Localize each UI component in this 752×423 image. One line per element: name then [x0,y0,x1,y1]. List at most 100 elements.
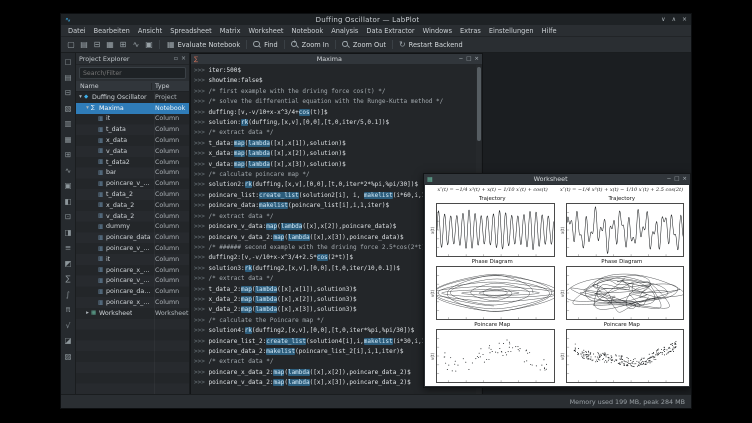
zoom-in-button[interactable]: + Zoom In [288,39,332,51]
restart-backend-button[interactable]: ↻ Restart Backend [396,39,466,51]
grid-icon[interactable]: ▨ [63,351,74,362]
dock-close-icon[interactable]: × [181,55,186,62]
subwindow-minimize-icon[interactable]: − [459,56,464,62]
dock-float-icon[interactable]: ▫ [174,55,178,62]
search-box[interactable] [79,67,186,79]
subwindow-restore-icon[interactable]: □ [674,176,679,182]
titlebar[interactable]: ∿ Duffing Oscillator — LabPlot ∨ ∧ × [61,14,691,25]
maximize-button[interactable]: ∧ [672,16,676,23]
new-note-icon[interactable]: ≡ [63,242,74,253]
menu-item-extras[interactable]: Extras [456,27,485,35]
plot-traj1[interactable]: Trajectory x(t) [430,196,555,257]
new-project-icon[interactable]: ▢ [63,56,74,67]
new-notebook-icon[interactable]: ▣ [63,180,74,191]
code-line[interactable]: >>> v_data:map(lambda([x],x[3]),solution… [194,160,474,170]
maxima-titlebar[interactable]: ∑ Maxima − □ × [191,54,482,64]
find-button[interactable]: Find [250,39,281,51]
integral-icon[interactable]: ∫ [63,289,74,300]
new-worksheet-icon[interactable]: ∿ [63,165,74,176]
code-line[interactable]: >>> iter:500$ [194,66,474,76]
tree-row-v-data-2[interactable]: ▥ v_data_2 Column [76,211,189,222]
tree-row-x-data-2[interactable]: ▥ x_data_2 Column [76,200,189,211]
minimize-button[interactable]: ∨ [661,16,665,23]
code-line[interactable]: >>> showtime:false$ [194,76,474,86]
new-matrix-icon[interactable]: ⊞ [63,149,74,160]
menu-item-datei[interactable]: Datei [64,27,90,35]
plot-poin1[interactable]: Poincare Map v(t) [430,322,555,383]
tree-row-it[interactable]: ▥ it Column [76,114,189,125]
code-line[interactable]: >>> duffing:[v,-v/10+x-x^3/4+cos(t)]$ [194,108,474,118]
tree-row-poincare-x-data-2[interactable]: ▥poincare_x_data_2Column [76,297,189,308]
histogram-icon[interactable]: ◪ [63,335,74,346]
subwindow-minimize-icon[interactable]: − [667,176,672,182]
expander-icon[interactable]: ▸ [85,310,90,316]
import-file-icon[interactable]: ⊡ [63,211,74,222]
menu-item-hilfe[interactable]: Hilfe [538,27,561,35]
tree-row-v-data[interactable]: ▥ v_data Column [76,146,189,157]
new-matrix-icon[interactable]: ⊞ [117,39,129,51]
expander-icon[interactable]: ▾ [78,94,83,100]
code-line[interactable]: >>> /* first example with the driving fo… [194,87,474,97]
code-line[interactable]: >>> /* extract data */ [194,128,474,138]
tree-row-x-data[interactable]: ▥ x_data Column [76,135,189,146]
plot-traj2[interactable]: Trajectory x(t) [560,196,684,257]
worksheet-titlebar[interactable]: ▦ Worksheet − □ × [424,174,690,184]
tree-row-duffing-oscillator[interactable]: ▾ ◆ Duffing Oscillator Project [76,92,189,103]
tree-row-worksheet[interactable]: ▸ ▦ Worksheet Worksheet [76,308,189,319]
menu-item-ansicht[interactable]: Ansicht [134,27,166,35]
evaluate-notebook-button[interactable]: ▦ Evaluate Notebook [164,39,243,51]
code-line[interactable]: >>> x_data:map(lambda([x],x[2]),solution… [194,149,474,159]
new-project-icon[interactable]: ▢ [65,39,77,51]
new-workbook-icon[interactable]: ▥ [63,118,74,129]
column-header-type[interactable]: Type [151,82,189,90]
plot-phase1[interactable]: Phase Diagram v(t) [430,259,555,320]
code-line[interactable]: >>> t_data:map(lambda([x],x[1]),solution… [194,139,474,149]
close-button[interactable]: × [682,16,687,23]
tree-row-poincare-v-data-2[interactable]: ▥poincare_v_data_2Column [76,276,189,287]
tree-row-poincare-data[interactable]: ▥ poincare_data Column [76,232,189,243]
new-notebook-icon[interactable]: ▣ [143,39,155,51]
tree-row-bar[interactable]: ▥ bar Column [76,168,189,179]
tree-row-maxima[interactable]: ▾ ∑ Maxima Notebook [76,102,189,114]
tree-row-poincare-v-data[interactable]: ▥poincare_v_dataColumn [76,243,189,254]
menu-item-worksheet[interactable]: Worksheet [245,27,288,35]
new-datapicker-icon[interactable]: ◩ [63,258,74,269]
subwindow-restore-icon[interactable]: □ [466,56,471,62]
open-project-icon[interactable]: ▤ [78,39,90,51]
new-spreadsheet-icon[interactable]: ▦ [104,39,116,51]
tree-row-poincare-v-data2[interactable]: ▥poincare_v_data2Column [76,178,189,189]
menu-item-matrix[interactable]: Matrix [216,27,245,35]
tree-row-t-data2[interactable]: ▥ t_data2 Column [76,157,189,168]
import-sql-icon[interactable]: ◨ [63,227,74,238]
tree-row-poincare-x-data[interactable]: ▥poincare_x_dataColumn [76,265,189,276]
zoom-out-button[interactable]: − Zoom Out [339,39,389,51]
menu-item-notebook[interactable]: Notebook [288,27,328,35]
menu-item-data-extractor[interactable]: Data Extractor [362,27,418,35]
menu-item-spreadsheet[interactable]: Spreadsheet [166,27,216,35]
sqrt-icon[interactable]: √ [63,320,74,331]
expander-icon[interactable]: ▾ [85,105,90,111]
code-line[interactable]: >>> solution:rk(duffing,[x,v],[0,0],[t,0… [194,118,474,128]
subwindow-close-icon[interactable]: × [682,176,687,182]
menu-item-windows[interactable]: Windows [419,27,456,35]
tree-column-headers[interactable]: Name Type [76,81,189,92]
menu-item-analysis[interactable]: Analysis [327,27,362,35]
sum-icon[interactable]: ∑ [63,273,74,284]
new-folder-icon[interactable]: ▧ [63,103,74,114]
worksheet-canvas[interactable]: x″(t) = −1/4 x³(t) + x(t) − 1/10 x′(t) +… [425,185,689,386]
menu-item-bearbeiten[interactable]: Bearbeiten [90,27,134,35]
code-line[interactable]: >>> /* solve the differential equation w… [194,97,474,107]
new-plot-icon[interactable]: ◧ [63,196,74,207]
tree-row-poincare-data-2[interactable]: ▥poincare_data_2Column [76,286,189,297]
save-project-icon[interactable]: ⊟ [91,39,103,51]
subwindow-close-icon[interactable]: × [474,56,479,62]
notebook-scrollbar-thumb[interactable] [476,67,481,141]
tree-row-t-data-2[interactable]: ▥ t_data_2 Column [76,189,189,200]
menu-item-einstellungen[interactable]: Einstellungen [485,27,538,35]
save-project-icon[interactable]: ⊟ [63,87,74,98]
new-spreadsheet-icon[interactable]: ▦ [63,134,74,145]
search-input[interactable] [83,69,182,77]
pi-icon[interactable]: π [63,304,74,315]
open-project-icon[interactable]: ▤ [63,72,74,83]
tree-row-dummy[interactable]: ▥ dummy Column [76,222,189,233]
